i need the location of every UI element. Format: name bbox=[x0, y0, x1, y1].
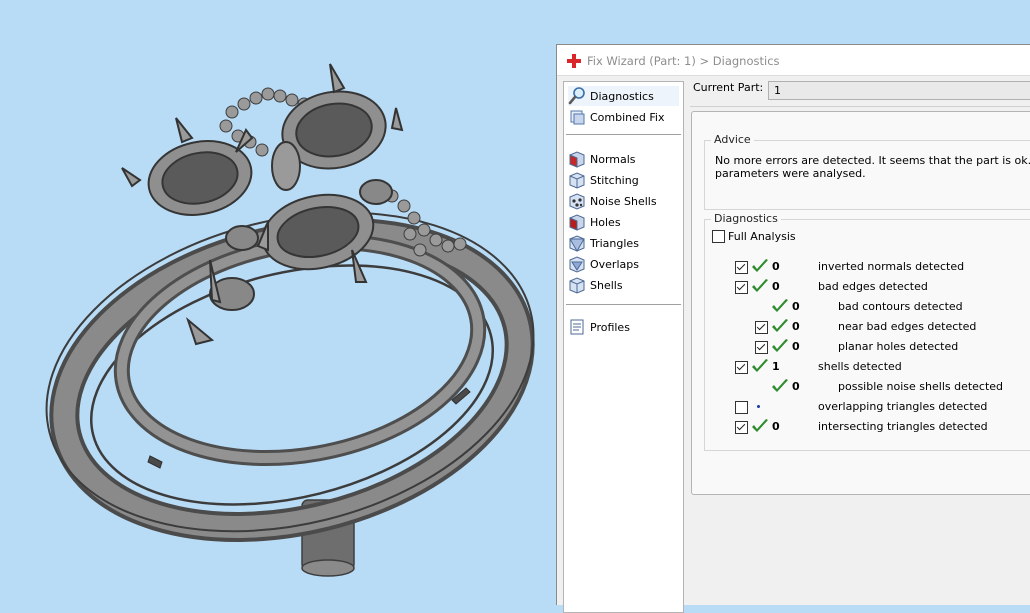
row-count: 0 bbox=[772, 260, 780, 273]
cube-icon bbox=[569, 277, 585, 294]
advice-line-1: No more errors are detected. It seems th… bbox=[715, 154, 1030, 167]
row-label: bad contours detected bbox=[838, 300, 963, 313]
row-label: shells detected bbox=[818, 360, 902, 373]
checkmark-icon bbox=[752, 259, 768, 272]
row-count: 0 bbox=[792, 340, 800, 353]
checkmark-icon bbox=[752, 419, 768, 432]
nav-item-label: Overlaps bbox=[590, 257, 639, 271]
nav-item-label: Stitching bbox=[590, 173, 639, 187]
nav-item-noise-shells[interactable]: Noise Shells bbox=[568, 191, 679, 211]
current-part-label: Current Part: bbox=[693, 81, 764, 94]
checkmark-icon bbox=[772, 339, 788, 352]
nav-item-label: Holes bbox=[590, 215, 621, 229]
nav-item-profiles[interactable]: Profiles bbox=[568, 317, 679, 337]
advice-text: No more errors are detected. It seems th… bbox=[715, 154, 1030, 180]
row-label: bad edges detected bbox=[818, 280, 928, 293]
dotted-cube-icon bbox=[569, 193, 585, 210]
row-checkbox[interactable] bbox=[735, 421, 748, 434]
nav-item-triangles[interactable]: Triangles bbox=[568, 233, 679, 253]
triangles-cube-icon bbox=[569, 235, 585, 252]
row-label: planar holes detected bbox=[838, 340, 959, 353]
row-label: intersecting triangles detected bbox=[818, 420, 988, 433]
row-checkbox[interactable] bbox=[755, 341, 768, 354]
holes-cube-icon bbox=[569, 214, 585, 231]
row-checkbox[interactable] bbox=[735, 361, 748, 374]
row-checkbox[interactable] bbox=[735, 261, 748, 274]
row-count: 0 bbox=[792, 320, 800, 333]
row-count: 1 bbox=[772, 360, 780, 373]
diagnostics-group: Diagnostics Full Analysis 0 inverted norm… bbox=[704, 212, 1030, 451]
row-checkbox[interactable] bbox=[735, 281, 748, 294]
advice-title: Advice bbox=[711, 133, 754, 146]
content-separator bbox=[690, 106, 1030, 107]
nav-item-label: Noise Shells bbox=[590, 194, 657, 208]
magnifier-icon bbox=[568, 87, 585, 105]
fix-wizard-window: Fix Wizard (Part: 1) > Diagnostics Diagn… bbox=[556, 44, 1030, 613]
wizard-navigation: Diagnostics Combined Fix Normals Stitchi… bbox=[563, 81, 684, 613]
nav-separator bbox=[566, 304, 681, 305]
row-label: inverted normals detected bbox=[818, 260, 965, 273]
red-cube-icon bbox=[569, 151, 585, 168]
nav-item-normals[interactable]: Normals bbox=[568, 149, 679, 169]
row-count: 0 bbox=[792, 380, 800, 393]
checkmark-icon bbox=[772, 319, 788, 332]
nav-item-combined-fix[interactable]: Combined Fix bbox=[568, 107, 679, 127]
red-cross-icon bbox=[567, 54, 581, 68]
diagnostics-title: Diagnostics bbox=[711, 212, 781, 225]
nav-item-diagnostics[interactable]: Diagnostics bbox=[568, 86, 679, 106]
advice-group: Advice No more errors are detected. It s… bbox=[704, 133, 1030, 210]
current-part-field[interactable]: 1 bbox=[768, 81, 1030, 100]
row-label: near bad edges detected bbox=[838, 320, 977, 333]
row-checkbox[interactable] bbox=[735, 401, 748, 414]
row-count: 0 bbox=[772, 280, 780, 293]
3d-viewport[interactable] bbox=[0, 0, 556, 599]
advice-line-2: parameters were analysed. bbox=[715, 167, 866, 180]
nav-item-label: Combined Fix bbox=[590, 110, 665, 124]
full-analysis-checkbox[interactable] bbox=[712, 230, 725, 243]
nav-item-overlaps[interactable]: Overlaps bbox=[568, 254, 679, 274]
diagnostics-panel: Advice No more errors are detected. It s… bbox=[691, 111, 1030, 495]
nav-separator bbox=[566, 134, 681, 135]
nav-item-holes[interactable]: Holes bbox=[568, 212, 679, 232]
overlaps-cube-icon bbox=[569, 256, 585, 273]
cubes-icon bbox=[570, 110, 585, 125]
nav-item-shells[interactable]: Shells bbox=[568, 275, 679, 295]
cube-icon bbox=[569, 172, 585, 189]
row-label: possible noise shells detected bbox=[838, 380, 1004, 393]
nav-item-label: Shells bbox=[590, 278, 623, 292]
nav-item-label: Triangles bbox=[590, 236, 639, 250]
window-title: Fix Wizard (Part: 1) > Diagnostics bbox=[587, 54, 780, 68]
nav-item-stitching[interactable]: Stitching bbox=[568, 170, 679, 190]
row-count: 0 bbox=[772, 420, 780, 433]
checkmark-icon bbox=[752, 359, 768, 372]
document-icon bbox=[570, 319, 584, 335]
checkmark-icon bbox=[772, 299, 788, 312]
full-analysis-label: Full Analysis bbox=[728, 230, 796, 243]
checkmark-icon bbox=[772, 379, 788, 392]
title-bar[interactable]: Fix Wizard (Part: 1) > Diagnostics bbox=[557, 45, 1030, 76]
nav-item-label: Diagnostics bbox=[590, 89, 654, 103]
nav-item-label: Profiles bbox=[590, 320, 630, 334]
row-checkbox[interactable] bbox=[755, 321, 768, 334]
pending-dot-icon bbox=[757, 405, 760, 408]
nav-item-label: Normals bbox=[590, 152, 636, 166]
row-count: 0 bbox=[792, 300, 800, 313]
ring-model bbox=[45, 63, 535, 577]
row-label: overlapping triangles detected bbox=[818, 400, 988, 413]
checkmark-icon bbox=[752, 279, 768, 292]
